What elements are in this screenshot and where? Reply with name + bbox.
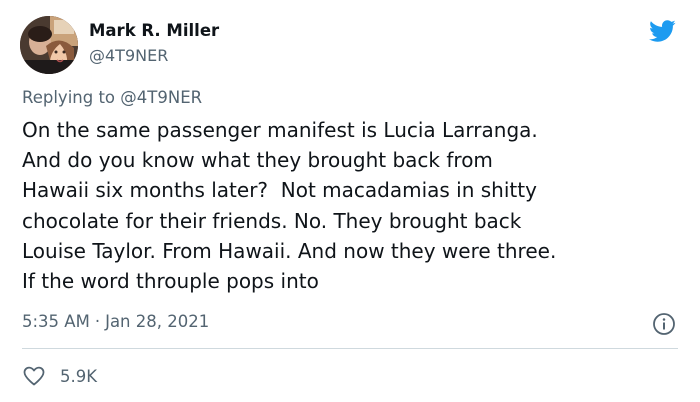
info-icon[interactable] xyxy=(652,312,676,336)
author-name[interactable]: Mark R. Miller xyxy=(89,21,219,40)
tweet-card: Mark R. Miller @4T9NER Replying to @4T9N… xyxy=(0,0,700,402)
heart-icon xyxy=(23,366,45,386)
tweet-time[interactable]: 5:35 AM xyxy=(22,312,90,331)
reply-prefix: Replying to xyxy=(22,88,116,107)
divider xyxy=(22,348,678,349)
twitter-bird-icon[interactable] xyxy=(645,17,679,45)
like-button[interactable]: 5.9K xyxy=(22,364,97,388)
reply-context: Replying to @4T9NER xyxy=(22,88,202,107)
meta-separator: · xyxy=(94,312,101,331)
avatar[interactable] xyxy=(20,16,78,74)
tweet-timestamp[interactable]: 5:35 AM · Jan 28, 2021 xyxy=(22,312,209,331)
like-count: 5.9K xyxy=(60,366,98,386)
tweet-text: On the same passenger manifest is Lucia … xyxy=(22,115,687,296)
avatar-photo xyxy=(20,16,78,74)
author-handle[interactable]: @4T9NER xyxy=(89,46,168,65)
tweet-text-line: If the word throuple pops into xyxy=(22,269,319,294)
tweet-text-line: On the same passenger manifest is Lucia … xyxy=(22,118,538,142)
tweet-text-line: Hawaii six months later? Not macadamias … xyxy=(22,178,537,203)
tweet-text-line: chocolate for their friends. No. They br… xyxy=(22,208,522,233)
tweet-text-line: And do you know what they brought back f… xyxy=(22,148,493,173)
tweet-text-line: Louise Taylor. From Hawaii. And now they… xyxy=(22,238,557,263)
reply-mention-link[interactable]: @4T9NER xyxy=(120,88,202,107)
tweet-date[interactable]: Jan 28, 2021 xyxy=(105,312,209,331)
